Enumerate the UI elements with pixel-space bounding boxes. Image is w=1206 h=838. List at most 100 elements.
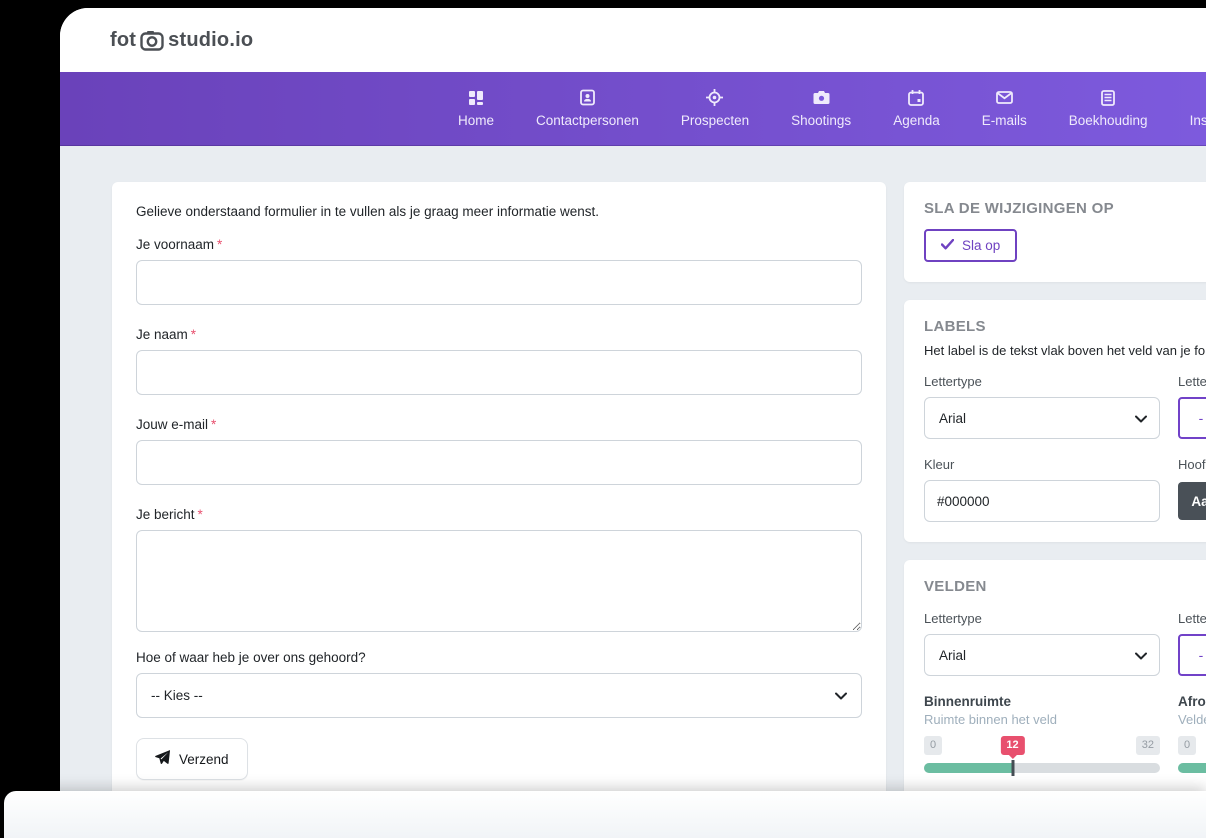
- required-asterisk: *: [197, 507, 203, 522]
- labels-panel: LABELS Het label is de tekst vlak boven …: [904, 300, 1206, 542]
- gehoord-label: Hoe of waar heb je over ons gehoord?: [136, 650, 366, 665]
- lettertype-select-value: Arial: [939, 647, 967, 663]
- verzend-button[interactable]: Verzend: [136, 738, 248, 780]
- contact-form-card: Gelieve onderstaand formulier in te vull…: [112, 182, 886, 804]
- nav-item-boekhouding[interactable]: Boekhouding: [1069, 89, 1148, 128]
- nav-item-contactpersonen[interactable]: Contactpersonen: [536, 89, 639, 128]
- nav-item-label: Home: [458, 113, 495, 128]
- nav-item-shootings[interactable]: Shootings: [791, 89, 851, 128]
- settings-column: SLA DE WIJZIGINGEN OP Sla op LABELS Het …: [904, 182, 1206, 826]
- camera-logo-icon: [138, 30, 166, 51]
- hoofdletters-toggle[interactable]: Aa: [1178, 482, 1206, 520]
- save-panel: SLA DE WIJZIGINGEN OP Sla op: [904, 182, 1206, 282]
- target-icon: [706, 89, 724, 106]
- chevron-down-icon: [1135, 648, 1147, 663]
- labels-kleur-group: Kleur: [924, 457, 1160, 522]
- nav-item-instellingen[interactable]: Instellingen: [1190, 89, 1206, 128]
- afronding-label: Afronding: [1178, 694, 1206, 709]
- main-nav: Home Contactpersonen Prospecten Shooting…: [60, 72, 1206, 146]
- sla-op-button-label: Sla op: [962, 238, 1001, 253]
- sla-op-button[interactable]: Sla op: [924, 229, 1018, 262]
- afronding-slider[interactable]: [1178, 763, 1206, 773]
- chevron-down-icon: [1135, 411, 1147, 426]
- nav-item-label: Shootings: [791, 113, 852, 128]
- nav-item-label: Instellingen: [1189, 113, 1206, 128]
- kleur-label: Kleur: [924, 457, 955, 472]
- lettertype-label: Lettertype: [924, 374, 982, 389]
- check-icon: [940, 238, 955, 253]
- afronding-sublabel: Velden afronden: [1178, 712, 1206, 727]
- binnenruimte-slider-group: Binnenruimte Ruimte binnen het veld 0 12…: [924, 694, 1160, 776]
- app-window: fot studio.io Home Contactpersonen Prosp…: [60, 8, 1206, 838]
- naam-label: Je naam *: [136, 327, 197, 342]
- gehoord-select[interactable]: -- Kies --: [136, 673, 862, 718]
- naam-input[interactable]: [136, 350, 862, 395]
- voornaam-input[interactable]: [136, 260, 862, 305]
- slider-min-badge: 0: [1178, 736, 1197, 755]
- voornaam-label: Je voornaam *: [136, 237, 223, 252]
- nav-item-label: Prospecten: [680, 113, 750, 128]
- labels-lettertype-group: Lettertype Arial: [924, 374, 1160, 439]
- velden-lettertype-select[interactable]: Arial: [924, 634, 1160, 676]
- calendar-icon: [908, 89, 925, 106]
- grid-icon: [468, 89, 484, 106]
- slider-value-badge: 12: [1000, 736, 1025, 755]
- lettertype-select-value: Arial: [939, 410, 967, 426]
- nav-item-label: E-mails: [981, 113, 1027, 128]
- email-input[interactable]: [136, 440, 862, 485]
- save-panel-title: SLA DE WIJZIGINGEN OP: [924, 200, 1114, 217]
- slider-fill: [924, 763, 1013, 773]
- verzend-button-label: Verzend: [179, 751, 229, 767]
- nav-item-label: Contactpersonen: [536, 113, 639, 128]
- nav-item-label: Agenda: [893, 113, 940, 128]
- send-icon: [155, 750, 171, 768]
- velden-lettergrootte-box[interactable]: -: [1178, 634, 1206, 676]
- ledger-icon: [1101, 89, 1116, 106]
- lettergrootte-label: Lettergrootte: [1178, 611, 1206, 626]
- labels-panel-title: LABELS: [924, 318, 986, 335]
- gehoord-select-value: -- Kies --: [151, 688, 203, 703]
- required-asterisk: *: [211, 417, 217, 432]
- labels-panel-description: Het label is de tekst vlak boven het vel…: [924, 343, 1206, 358]
- slider-min-badge: 0: [924, 736, 943, 755]
- bericht-label: Je bericht *: [136, 507, 203, 522]
- required-asterisk: *: [217, 237, 223, 252]
- velden-lettertype-group: Lettertype Arial: [924, 611, 1160, 676]
- logo[interactable]: fot studio.io: [110, 29, 253, 52]
- nav-item-prospecten[interactable]: Prospecten: [681, 89, 749, 128]
- envelope-icon: [995, 89, 1013, 106]
- labels-lettertype-select[interactable]: Arial: [924, 397, 1160, 439]
- velden-panel-title: VELDEN: [924, 578, 987, 595]
- binnenruimte-label: Binnenruimte: [924, 694, 1012, 709]
- required-asterisk: *: [190, 327, 197, 342]
- content-area: Gelieve onderstaand formulier in te vull…: [60, 146, 1206, 838]
- labels-kleur-input[interactable]: [924, 480, 1160, 522]
- labels-hoofdletters-group: Hoofdletters Aa: [1178, 457, 1206, 522]
- binnenruimte-slider[interactable]: [924, 760, 1160, 776]
- logo-text-right: studio.io: [168, 28, 254, 51]
- logo-text-left: fot: [110, 28, 137, 51]
- hoofdletters-label: Hoofdletters: [1178, 457, 1206, 472]
- binnenruimte-sublabel: Ruimte binnen het veld: [924, 712, 1057, 727]
- contact-card-icon: [580, 89, 595, 106]
- nav-item-emails[interactable]: E-mails: [982, 89, 1027, 128]
- nav-item-label: Boekhouding: [1068, 113, 1148, 128]
- lettergrootte-label: Lettergrootte: [1178, 374, 1206, 389]
- slider-handle[interactable]: [1011, 760, 1014, 776]
- bottom-bar: [4, 791, 1206, 838]
- camera-icon: [813, 89, 830, 106]
- lettertype-label: Lettertype: [924, 611, 982, 626]
- email-label: Jouw e-mail *: [136, 417, 217, 432]
- labels-lettergrootte-box[interactable]: -: [1178, 397, 1206, 439]
- velden-panel: VELDEN Lettertype Arial Lettergrootte: [904, 560, 1206, 826]
- nav-item-home[interactable]: Home: [458, 89, 494, 128]
- labels-lettergrootte-group: Lettergrootte -: [1178, 374, 1206, 439]
- afronding-slider-group: Afronding Velden afronden 0: [1178, 694, 1206, 773]
- velden-lettergrootte-group: Lettergrootte -: [1178, 611, 1206, 676]
- app-header: fot studio.io: [60, 8, 1206, 72]
- form-intro-text: Gelieve onderstaand formulier in te vull…: [136, 204, 599, 219]
- slider-max-badge: 32: [1135, 736, 1160, 755]
- bericht-textarea[interactable]: [136, 530, 862, 632]
- chevron-down-icon: [835, 688, 847, 703]
- nav-item-agenda[interactable]: Agenda: [893, 89, 940, 128]
